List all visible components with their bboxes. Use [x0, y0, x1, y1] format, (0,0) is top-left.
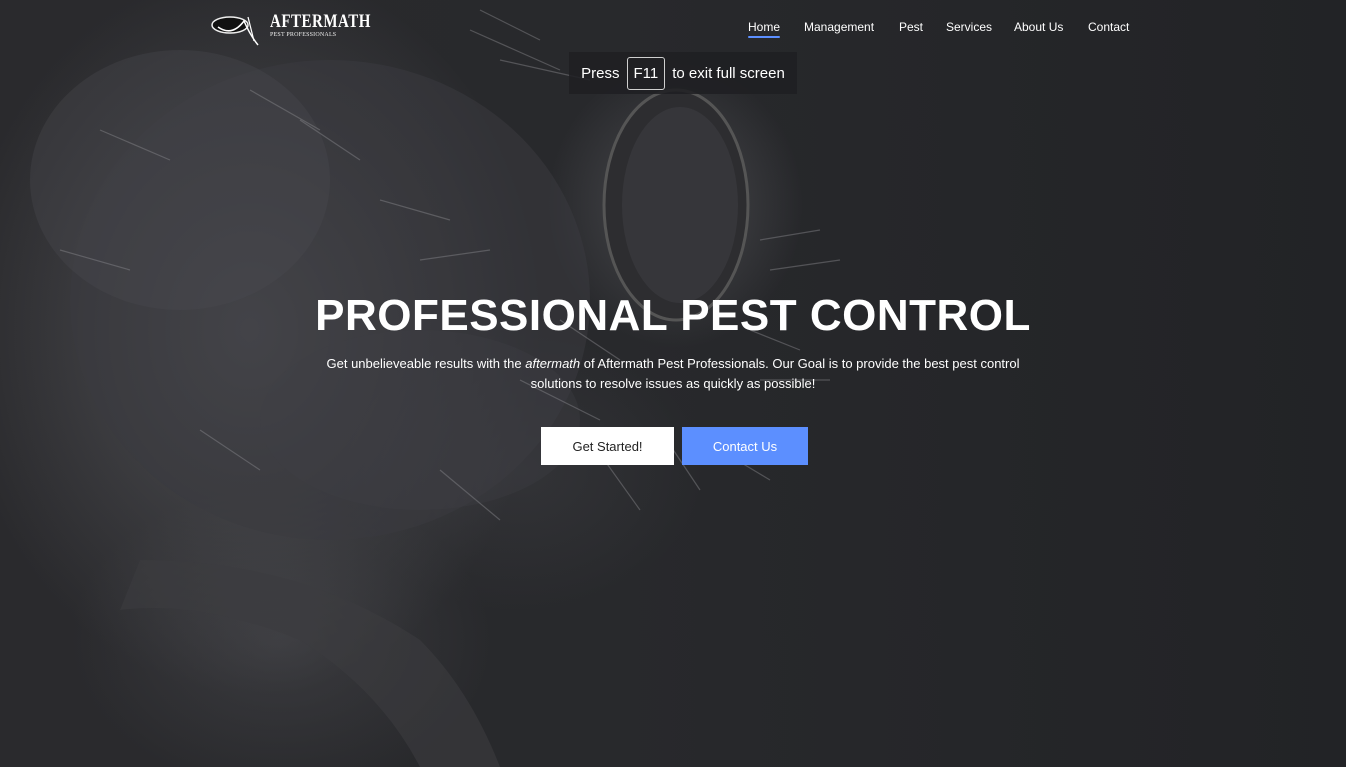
brand-name: AFTERMATH	[270, 11, 371, 32]
nav-item-pest[interactable]: Pest	[899, 20, 923, 40]
nav-item-services[interactable]: Services	[946, 20, 992, 40]
nav-item-management[interactable]: Management	[804, 20, 874, 40]
hero-desc-emphasis: aftermath	[525, 356, 581, 371]
f11-key-badge: F11	[626, 56, 666, 90]
hero-desc-end: of Aftermath Pest Professionals. Our Goa…	[530, 356, 1020, 391]
hero-desc-start: Get unbelieveable results with the	[326, 356, 526, 371]
nav-item-about-us[interactable]: About Us	[1014, 20, 1063, 40]
contact-us-button[interactable]: Contact Us	[682, 427, 808, 465]
hero-title: PROFESSIONAL PEST CONTROL	[315, 291, 1031, 340]
hero-description: Get unbelieveable results with the after…	[303, 354, 1043, 394]
brand-tagline: PEST PROFESSIONALS	[270, 32, 337, 38]
get-started-button[interactable]: Get Started!	[541, 427, 674, 465]
fullscreen-notice-suffix: to exit full screen	[672, 64, 785, 82]
nav-item-contact[interactable]: Contact	[1088, 20, 1129, 40]
nav-item-home[interactable]: Home	[748, 20, 781, 40]
logo-mark-icon	[211, 16, 259, 46]
brand-logo[interactable]: AFTERMATH PEST PROFESSIONALS	[210, 11, 370, 47]
fullscreen-exit-notice: Press F11 to exit full screen	[569, 52, 797, 94]
fullscreen-notice-prefix: Press	[581, 64, 620, 82]
